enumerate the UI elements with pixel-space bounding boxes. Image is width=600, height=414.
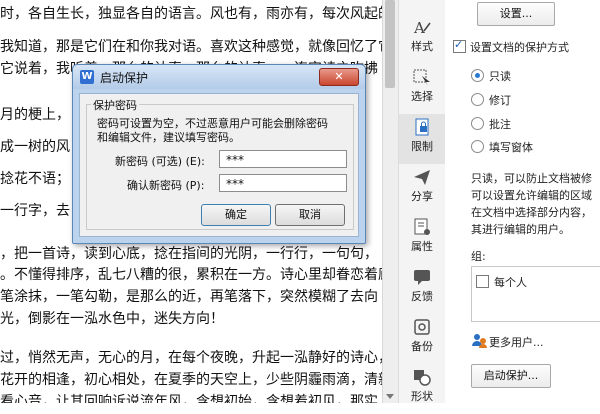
mode-radio-form[interactable] <box>471 140 484 153</box>
settings-button[interactable]: 设置... <box>477 2 555 26</box>
group-label: 组: <box>471 250 486 263</box>
scroll-down-icon[interactable] <box>386 394 394 399</box>
cancel-button[interactable]: 取消 <box>275 204 345 226</box>
mode-label: 填写窗体 <box>489 141 533 154</box>
sidebar-item-label: 分享 <box>411 190 433 203</box>
mode-label: 批注 <box>489 118 511 131</box>
feedback-icon <box>414 270 430 285</box>
doc-line: 看心音，让其回响诉说流年风，含想初始，含想着初见，那实 <box>0 394 378 403</box>
close-icon[interactable]: ✕ <box>319 68 359 86</box>
properties-icon <box>414 218 430 235</box>
start-protect-button[interactable]: 启动保护... <box>471 364 551 388</box>
description-line: 可以设置允许编辑的区域 <box>471 189 592 202</box>
password-group: 保护密码 密码可设置为空，不过恶意用户可能会删除密码 和编辑文件，建议填写密码。… <box>86 97 354 230</box>
sidebar-item-share[interactable]: 分享 <box>399 164 445 214</box>
doc-line: 光，倒影在一泓水色中，迷失方向！ <box>0 311 224 327</box>
doc-line: 我知道，那是它们在和你我对语。喜欢这种感觉，就像回忆了它 <box>0 39 382 55</box>
mode-label: 修订 <box>489 94 511 107</box>
wps-app-icon: W <box>80 70 94 84</box>
doc-line: 捻花不语； <box>0 171 70 187</box>
sidebar-item-label: 限制 <box>411 140 433 153</box>
confirm-password-label: 确认新密码 (P): <box>127 179 205 192</box>
users-icon <box>472 334 487 348</box>
doc-line: 。不懂得排序，乱七八糟的很，累积在一方。诗心里却眷恋着廊 <box>0 267 382 283</box>
restrict-icon <box>415 118 429 136</box>
doc-line: 笔涂抹，一笔勾勒，是那么的近，再笔落下，突然模糊了去向 <box>0 289 378 305</box>
sidebar-item-backup[interactable]: 备份 <box>399 314 445 364</box>
style-icon: A <box>413 19 431 36</box>
protect-checkbox-label: 设置文档的保护方式 <box>470 41 569 54</box>
vertical-scrollbar[interactable] <box>382 0 398 403</box>
group-item-checkbox[interactable] <box>476 275 489 288</box>
new-password-label: 新密码 (可选) (E): <box>115 155 205 168</box>
mode-radio-readonly[interactable] <box>471 69 484 82</box>
sidebar-item-label: 属性 <box>411 240 433 253</box>
confirm-password-field[interactable]: *** <box>219 174 347 192</box>
doc-line: 花开的相逢，初心相处，在夏季的天空上，少些阴霾雨滴，清新 <box>0 372 382 388</box>
dialog-titlebar[interactable]: W 启动保护 ✕ <box>73 65 365 89</box>
description-line: 只读，可以防止文档被修 <box>471 172 592 185</box>
sidebar-item-select[interactable]: 选择 <box>399 64 445 114</box>
sidebar-item-restrict[interactable]: 限制 <box>399 114 445 164</box>
sidebar-item-label: 选择 <box>411 90 433 103</box>
group-list[interactable]: 每个人 <box>471 266 600 322</box>
sidebar-item-shape[interactable]: 形状 <box>399 364 445 414</box>
mode-radio-comment[interactable] <box>471 117 484 130</box>
backup-icon <box>414 319 430 335</box>
start-protect-dialog: W 启动保护 ✕ 保护密码 密码可设置为空，不过恶意用户可能会删除密码 和编辑文… <box>72 64 366 244</box>
side-toolbar: A 样式 选择 限制 分享 属性 反馈 备份 形状 <box>398 0 446 403</box>
dialog-body: 保护密码 密码可设置为空，不过恶意用户可能会删除密码 和编辑文件，建议填写密码。… <box>79 93 359 237</box>
new-password-field[interactable]: *** <box>219 150 347 168</box>
description-line: 其进行编辑的用户。 <box>471 223 570 236</box>
doc-line: 过，悄然无声，无心的月，在每个夜晚，升起一泓静好的诗心， <box>0 350 382 366</box>
sidebar-item-label: 反馈 <box>411 290 433 303</box>
doc-line: 时，各自生长，独显各自的语言。风也有，雨亦有，每次风起的 <box>0 6 382 22</box>
hint-text: 和编辑文件，建议填写密码。 <box>97 131 240 144</box>
sidebar-item-label: 样式 <box>411 40 433 53</box>
scrollbar-thumb[interactable] <box>385 0 395 88</box>
restrict-editing-panel: 设置... 设置文档的保护方式 只读 修订 批注 填写窗体 只读，可以防止文档被… <box>445 0 600 403</box>
sidebar-item-style[interactable]: A 样式 <box>399 14 445 64</box>
group-legend: 保护密码 <box>91 97 139 113</box>
protect-checkbox[interactable] <box>453 38 466 53</box>
share-icon <box>414 170 430 185</box>
select-icon <box>413 69 430 86</box>
description-line: 在文档中选择部分内容， <box>471 206 592 219</box>
group-item-label: 每个人 <box>494 276 527 289</box>
mode-label: 只读 <box>489 70 511 83</box>
dialog-title: 启动保护 <box>100 71 149 85</box>
doc-line: 月的梗上， <box>0 107 70 123</box>
sidebar-item-label: 形状 <box>411 390 433 403</box>
sidebar-item-feedback[interactable]: 反馈 <box>399 264 445 314</box>
mode-radio-revision[interactable] <box>471 93 484 106</box>
sidebar-item-properties[interactable]: 属性 <box>399 214 445 264</box>
sidebar-item-label: 备份 <box>411 340 433 353</box>
doc-line: 一行字，去 <box>0 203 70 219</box>
ok-button[interactable]: 确定 <box>201 204 271 226</box>
svg-text:A: A <box>413 19 425 36</box>
doc-line: 成一树的风 <box>0 139 70 155</box>
doc-line: ，把一首诗，读到心底，捻在指间的光阴，一行行，一句句， <box>0 246 378 262</box>
shape-icon <box>414 370 431 386</box>
more-users-link[interactable]: 更多用户... <box>489 334 544 350</box>
